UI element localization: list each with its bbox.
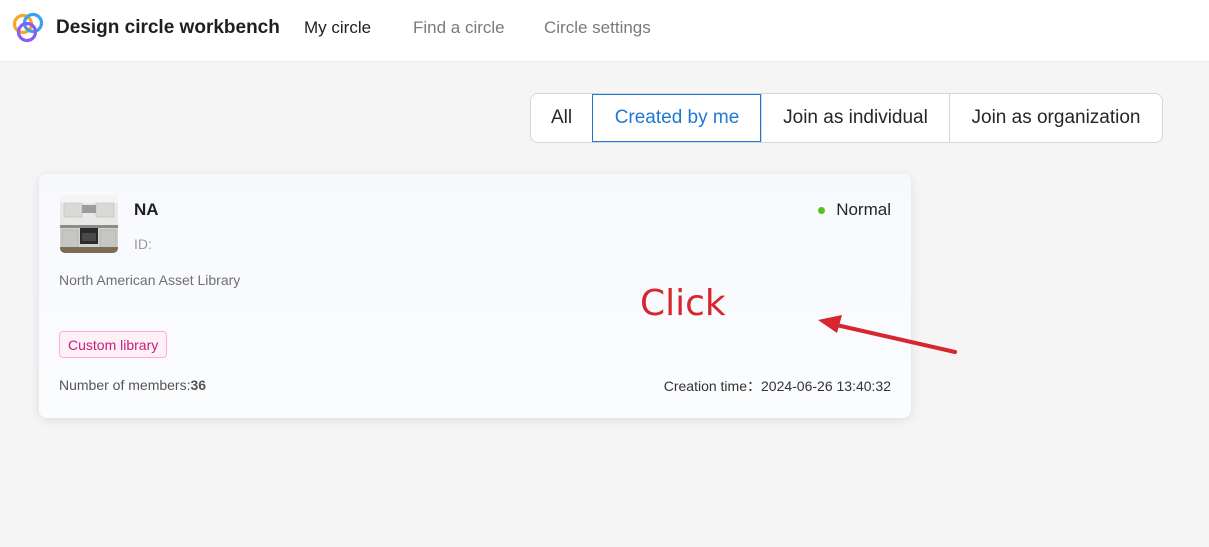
status-indicator: Normal: [818, 200, 891, 220]
creation-time: Creation time：2024-06-26 13:40:32: [664, 376, 891, 396]
nav-find-a-circle[interactable]: Find a circle: [413, 18, 505, 38]
creation-time-value: 2024-06-26 13:40:32: [761, 378, 891, 394]
circle-name: NA: [134, 200, 159, 219]
nav-my-circle[interactable]: My circle: [304, 18, 371, 38]
app-title: Design circle workbench: [56, 17, 280, 38]
circle-id: ID:: [134, 236, 152, 252]
nav-circle-settings[interactable]: Circle settings: [544, 18, 651, 38]
creation-time-label: Creation time：: [663, 378, 761, 394]
filter-join-as-organization[interactable]: Join as organization: [949, 94, 1162, 142]
status-dot-icon: [818, 206, 826, 214]
library-tag: Custom library: [59, 331, 168, 358]
app-logo-icon: [12, 12, 44, 43]
circle-card[interactable]: NA ID: Normal North American Asset Libra…: [39, 174, 911, 418]
filter-join-as-individual[interactable]: Join as individual: [761, 94, 949, 142]
status-text: Normal: [836, 200, 891, 219]
annotation-click-label: Click: [640, 283, 726, 324]
circle-thumbnail: [60, 195, 118, 253]
member-count-label: Number of members:: [59, 377, 191, 393]
top-bar: Design circle workbench My circle Find a…: [0, 0, 1209, 62]
kitchen-image-icon: [60, 195, 118, 253]
filter-created-by-me[interactable]: Created by me: [592, 94, 761, 142]
annotation-arrow-icon: [818, 315, 957, 354]
member-count-value: 36: [190, 377, 207, 393]
filter-segmented-control: All Created by me Join as individual Joi…: [530, 93, 1163, 143]
circle-description: North American Asset Library: [59, 272, 241, 288]
filter-all[interactable]: All: [531, 94, 592, 142]
member-count: Number of members:36: [59, 377, 206, 393]
